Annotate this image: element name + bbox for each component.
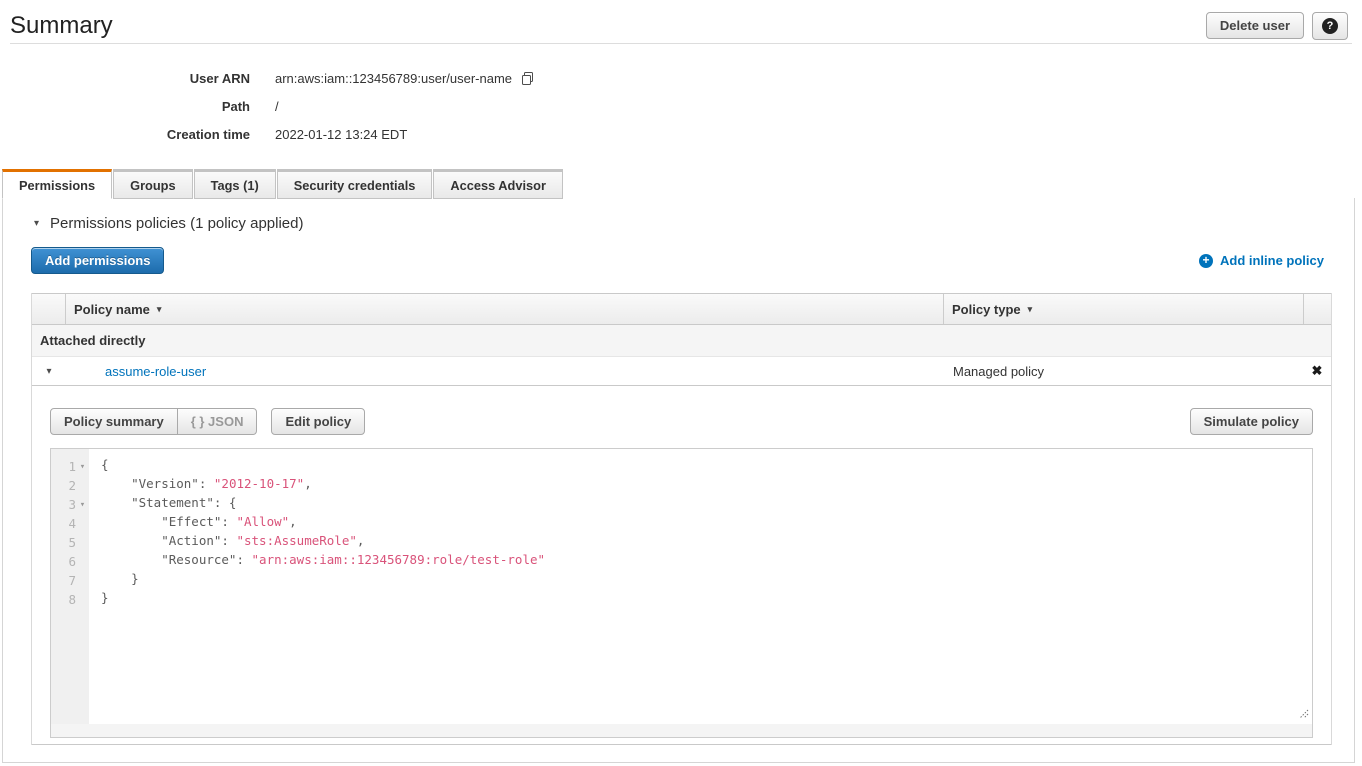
horizontal-scrollbar-track[interactable] (51, 724, 1312, 737)
page-header: Summary Delete user ? (0, 0, 1362, 43)
code-area[interactable]: { "Version": "2012-10-17", "Statement": … (89, 449, 1312, 737)
tab-groups[interactable]: Groups (113, 169, 193, 199)
tab-security-credentials[interactable]: Security credentials (277, 169, 433, 199)
collapse-row-button[interactable]: ▾ (32, 366, 66, 377)
table-header-row: Policy name ▾ Policy type ▾ (32, 293, 1331, 325)
line-number: 5 (51, 535, 76, 550)
sort-caret-icon: ▾ (1028, 304, 1033, 315)
help-icon: ? (1322, 18, 1338, 34)
detail-row-path: Path / (0, 92, 1362, 120)
policy-summary-button[interactable]: Policy summary (50, 408, 178, 435)
code-line: "Statement": { (101, 495, 1312, 514)
edit-policy-button[interactable]: Edit policy (271, 408, 365, 435)
line-number: 8 (51, 592, 76, 607)
plus-circle-icon: + (1199, 254, 1213, 268)
actions-column-header (1303, 294, 1331, 324)
header-actions: Delete user ? (1206, 12, 1348, 40)
expand-column-header (32, 294, 66, 324)
line-number: 3 (51, 497, 76, 512)
help-button[interactable]: ? (1312, 12, 1348, 40)
policies-table: Policy name ▾ Policy type ▾ Attached dir… (31, 293, 1332, 745)
collapse-caret-icon: ▾ (34, 218, 39, 229)
gutter-line: 1▾ (51, 457, 89, 476)
policy-type-cell: Managed policy (943, 364, 1303, 379)
policy-view-toggle: Policy summary { } JSON (50, 408, 257, 435)
line-number: 6 (51, 554, 76, 569)
add-permissions-button[interactable]: Add permissions (31, 247, 164, 274)
gutter-line: 3▾ (51, 495, 89, 514)
permissions-tab-panel: ▾ Permissions policies (1 policy applied… (2, 198, 1355, 763)
tab-access-advisor[interactable]: Access Advisor (433, 169, 563, 199)
detach-policy-icon[interactable]: ✖ (1312, 363, 1323, 379)
page-title: Summary (10, 12, 113, 40)
code-line: "Version": "2012-10-17", (101, 476, 1312, 495)
user-details: User ARN arn:aws:iam::123456789:user/use… (0, 64, 1362, 148)
fold-caret-icon[interactable]: ▾ (76, 462, 89, 472)
user-arn-label: User ARN (0, 71, 250, 86)
gutter-line: 4 (51, 514, 89, 533)
json-view-button[interactable]: { } JSON (177, 408, 258, 435)
detail-row-creation-time: Creation time 2022-01-12 13:24 EDT (0, 120, 1362, 148)
gutter-line: 2 (51, 476, 89, 495)
path-value: / (275, 99, 279, 114)
permissions-policies-section-toggle[interactable]: ▾ Permissions policies (1 policy applied… (3, 215, 1354, 232)
gutter-line: 5 (51, 533, 89, 552)
path-label: Path (0, 99, 250, 114)
gutter-line: 7 (51, 571, 89, 590)
editor-gutter: 1▾23▾45678 (51, 449, 89, 724)
tab-bar: Permissions Groups Tags (1) Security cre… (2, 169, 1362, 199)
user-arn-value: arn:aws:iam::123456789:user/user-name (275, 71, 512, 86)
policy-detail-toolbar: Policy summary { } JSON Edit policy Simu… (50, 408, 1313, 435)
creation-time-label: Creation time (0, 127, 250, 142)
gutter-line: 8 (51, 590, 89, 609)
row-caret-icon: ▾ (46, 366, 51, 377)
line-number: 2 (51, 478, 76, 493)
section-title: Permissions policies (1 policy applied) (50, 215, 303, 232)
json-policy-editor[interactable]: 1▾23▾45678 { "Version": "2012-10-17", "S… (50, 448, 1313, 738)
detail-row-user-arn: User ARN arn:aws:iam::123456789:user/use… (0, 64, 1362, 92)
policy-detail-panel: Policy summary { } JSON Edit policy Simu… (32, 386, 1331, 745)
code-line: { (101, 457, 1312, 476)
attached-directly-group-row: Attached directly (32, 325, 1331, 357)
code-line: "Resource": "arn:aws:iam::123456789:role… (101, 552, 1312, 571)
header-divider (10, 43, 1352, 44)
add-inline-policy-link[interactable]: + Add inline policy (1199, 253, 1324, 268)
code-line: } (101, 571, 1312, 590)
gutter-line: 6 (51, 552, 89, 571)
copy-icon[interactable] (520, 71, 535, 86)
tab-permissions[interactable]: Permissions (2, 169, 112, 199)
policy-actions-row: Add permissions + Add inline policy (31, 247, 1324, 274)
policy-name-link[interactable]: assume-role-user (105, 364, 206, 379)
line-number: 4 (51, 516, 76, 531)
resize-handle-icon[interactable] (1297, 707, 1309, 722)
creation-time-value: 2022-01-12 13:24 EDT (275, 127, 407, 142)
policy-type-column-header[interactable]: Policy type ▾ (943, 294, 1303, 324)
code-line: } (101, 590, 1312, 609)
tab-tags[interactable]: Tags (1) (194, 169, 276, 199)
code-line: "Action": "sts:AssumeRole", (101, 533, 1312, 552)
delete-user-button[interactable]: Delete user (1206, 12, 1304, 39)
sort-caret-icon: ▾ (157, 304, 162, 315)
simulate-policy-button[interactable]: Simulate policy (1190, 408, 1313, 435)
policy-name-column-header[interactable]: Policy name ▾ (66, 294, 943, 324)
line-number: 7 (51, 573, 76, 588)
line-number: 1 (51, 459, 76, 474)
policy-row-assume-role-user: ▾ assume-role-user Managed policy ✖ (32, 357, 1331, 386)
fold-caret-icon[interactable]: ▾ (76, 500, 89, 510)
code-line: "Effect": "Allow", (101, 514, 1312, 533)
